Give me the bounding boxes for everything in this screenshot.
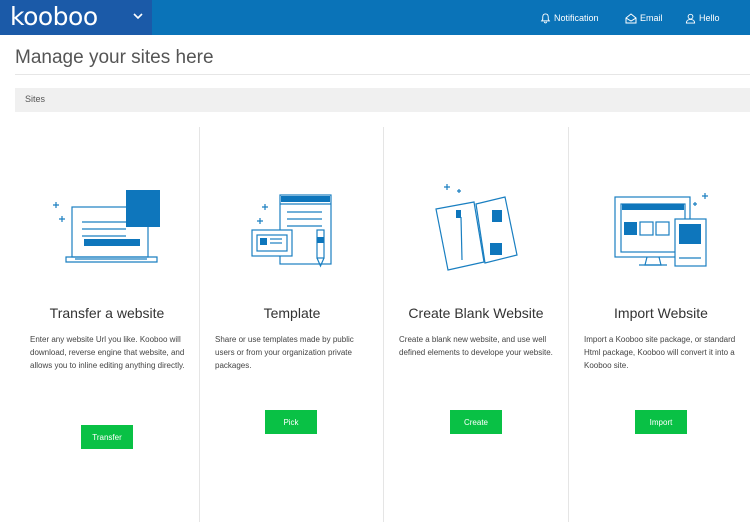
card-import: Import Website Import a Kooboo site pack… — [569, 127, 750, 522]
chevron-down-icon[interactable] — [133, 11, 143, 21]
envelope-icon — [625, 12, 637, 23]
transfer-button[interactable]: Transfer — [81, 425, 133, 449]
kooboo-logo[interactable]: kooboo — [10, 3, 98, 31]
card-title: Template — [263, 305, 321, 321]
card-description: Share or use templates made by public us… — [215, 335, 354, 370]
card-transfer: Transfer a website Enter any website Url… — [15, 127, 199, 522]
user-icon — [685, 13, 696, 24]
breadcrumb-item-sites[interactable]: Sites — [25, 94, 45, 104]
nav-user[interactable]: Hello — [685, 10, 720, 26]
pick-button[interactable]: Pick — [265, 410, 317, 434]
bell-icon — [540, 12, 551, 23]
top-navbar: kooboo Notification Email Hello — [0, 0, 750, 35]
import-button[interactable]: Import — [635, 410, 687, 434]
page-title: Manage your sites here — [15, 47, 214, 68]
nav-email[interactable]: Email — [625, 10, 663, 26]
card-title: Create Blank Website — [408, 305, 544, 321]
card-template: Template Share or use templates made by … — [200, 127, 384, 522]
card-title: Transfer a website — [49, 305, 165, 321]
nav-label: Notification — [554, 13, 599, 23]
create-button[interactable]: Create — [450, 410, 502, 434]
brand-area[interactable]: kooboo — [0, 0, 152, 35]
nav-label: Email — [640, 13, 663, 23]
card-description: Enter any website Url you like. Kooboo w… — [30, 335, 185, 370]
card-title: Import Website — [614, 305, 708, 321]
breadcrumb: Sites — [15, 88, 750, 112]
nav-label: Hello — [699, 13, 720, 23]
divider — [15, 74, 750, 75]
card-description: Import a Kooboo site package, or standar… — [584, 335, 736, 370]
nav-notification[interactable]: Notification — [540, 10, 599, 26]
card-create-blank: Create Blank Website Create a blank new … — [384, 127, 568, 522]
card-description: Create a blank new website, and use well… — [399, 335, 553, 357]
